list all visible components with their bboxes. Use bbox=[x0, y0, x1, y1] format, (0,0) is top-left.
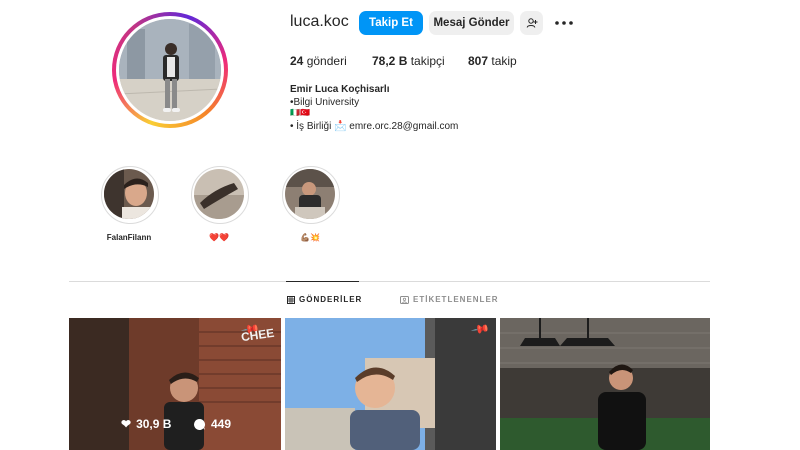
bio-line-contact: • İş Birliği 📩 emre.orc.28@gmail.com bbox=[290, 121, 459, 132]
tab-tagged-label: ETİKETLENENLER bbox=[413, 295, 499, 304]
highlight-label: ❤️❤️ bbox=[209, 233, 229, 242]
add-user-icon bbox=[526, 18, 537, 28]
highlight-cover bbox=[285, 169, 335, 219]
tabs-divider bbox=[69, 281, 710, 282]
highlight-label: 💪🏽💥 bbox=[300, 233, 320, 242]
comments-count-value: 449 bbox=[211, 417, 232, 431]
follow-button[interactable]: Takip Et bbox=[359, 11, 423, 35]
followers-count[interactable]: 78,2 B takipçi bbox=[372, 54, 445, 68]
tab-posts[interactable]: GÖNDERİLER bbox=[287, 295, 362, 304]
following-count-label: takip bbox=[491, 54, 517, 68]
highlight-ring bbox=[191, 166, 249, 224]
followers-count-value: 78,2 B bbox=[372, 54, 408, 68]
tag-icon bbox=[400, 295, 409, 304]
post-tile[interactable]: 📌 bbox=[285, 318, 496, 450]
more-options-icon[interactable] bbox=[552, 14, 576, 32]
likes-count-value: 30,9 B bbox=[136, 417, 172, 431]
post-image bbox=[285, 318, 496, 450]
highlight-label: FalanFilann bbox=[106, 233, 152, 242]
posts-count-value: 24 bbox=[290, 54, 304, 68]
post-tile[interactable] bbox=[500, 318, 710, 450]
active-tab-indicator bbox=[286, 281, 359, 282]
heart-icon: ❤ bbox=[121, 417, 132, 431]
ellipsis-icon bbox=[555, 21, 573, 25]
highlight-ring bbox=[282, 166, 340, 224]
highlight-ring bbox=[101, 166, 159, 224]
highlight-cover-illustration bbox=[285, 169, 335, 219]
highlight-cover bbox=[104, 169, 154, 219]
avatar-border bbox=[116, 16, 224, 124]
avatar[interactable] bbox=[119, 19, 221, 121]
suggested-users-button[interactable] bbox=[520, 11, 543, 35]
bio-line-school: •Bilgi University bbox=[290, 97, 360, 108]
highlight-item[interactable] bbox=[282, 166, 340, 224]
post-tile[interactable]: 📌 CHEE ❤ 30,9 B 449 bbox=[69, 318, 281, 450]
following-count-value: 807 bbox=[468, 54, 489, 68]
post-image bbox=[500, 318, 710, 450]
likes-count: ❤ 30,9 B bbox=[121, 417, 171, 431]
highlight-cover bbox=[194, 169, 244, 219]
tab-posts-label: GÖNDERİLER bbox=[299, 295, 363, 304]
profile-avatar-story-ring[interactable] bbox=[112, 12, 228, 128]
tab-tagged[interactable]: ETİKETLENENLER bbox=[400, 295, 499, 304]
grid-icon bbox=[287, 295, 295, 304]
highlight-cover-illustration bbox=[194, 169, 244, 219]
comment-icon bbox=[194, 418, 206, 430]
highlight-item[interactable] bbox=[191, 166, 249, 224]
username: luca.koc bbox=[290, 13, 349, 30]
highlight-item[interactable] bbox=[101, 166, 159, 224]
bio-line-flags: 🇮🇹🇹🇷 bbox=[290, 108, 310, 117]
avatar-photo-illustration bbox=[119, 19, 221, 121]
posts-count: 24 gönderi bbox=[290, 54, 347, 68]
highlight-cover-illustration bbox=[104, 169, 154, 219]
following-count[interactable]: 807 takip bbox=[468, 54, 517, 68]
followers-count-label: takipçi bbox=[410, 54, 445, 68]
comments-count: 449 bbox=[193, 417, 231, 431]
posts-count-label: gönderi bbox=[306, 54, 347, 68]
message-button[interactable]: Mesaj Gönder bbox=[429, 11, 514, 35]
full-name: Emir Luca Koçhisarlı bbox=[290, 84, 390, 95]
